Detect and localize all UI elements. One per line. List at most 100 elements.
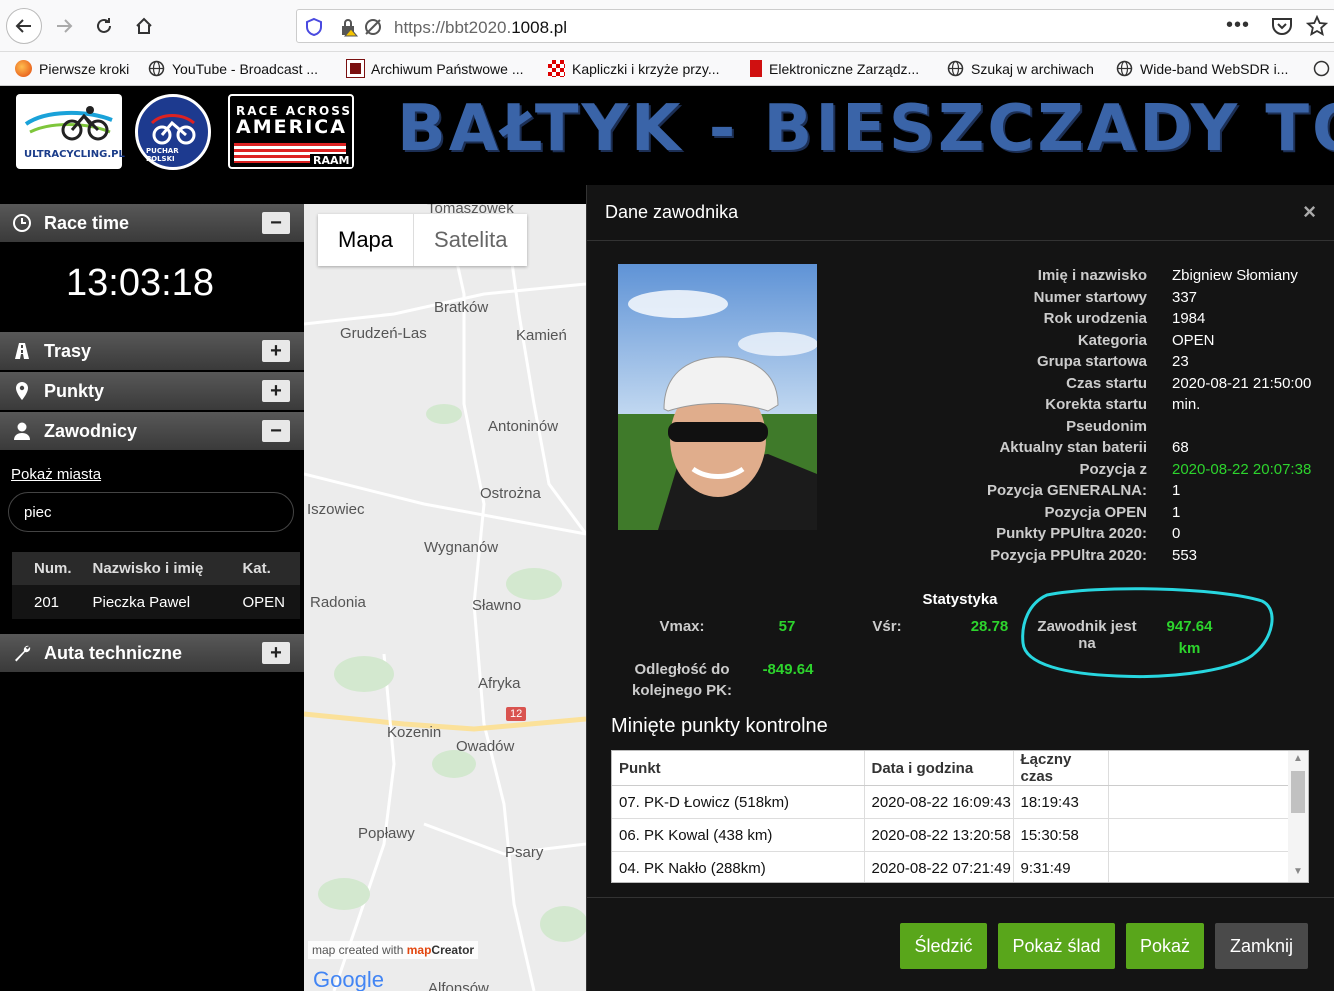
expand-button[interactable]: + bbox=[262, 380, 290, 402]
cell-total-time: 9:31:49 bbox=[1013, 851, 1109, 882]
routes-header[interactable]: Trasy + bbox=[0, 332, 304, 370]
cell-datetime: 2020-08-22 16:09:43 bbox=[864, 785, 1014, 819]
table-header-row: Punkt Data i godzina Łączny czas bbox=[612, 751, 1288, 786]
logo-text: PUCHAR POLSKI bbox=[146, 147, 179, 163]
pocket-icon[interactable] bbox=[1271, 16, 1293, 41]
info-label: Aktualny stan baterii bbox=[999, 439, 1147, 456]
bookmark-item[interactable]: Archiwum Państwowe ... bbox=[346, 59, 524, 78]
table-row[interactable]: 04. PK Nakło (288km) 2020-08-22 07:21:49… bbox=[612, 851, 1288, 882]
table-row[interactable]: 07. PK-D Łowicz (518km) 2020-08-22 16:09… bbox=[612, 785, 1288, 819]
globe-icon bbox=[1313, 60, 1330, 77]
browser-toolbar: https://bbt2020.1008.pl ••• bbox=[0, 0, 1334, 52]
globe-icon bbox=[148, 60, 165, 77]
close-icon[interactable]: × bbox=[1303, 199, 1316, 225]
cell-number[interactable]: 201 bbox=[12, 585, 93, 619]
map-view[interactable]: Tomaszówek Bratków Grudzeń-Las Kamień An… bbox=[304, 204, 586, 991]
table-row[interactable]: 201 Pieczka Pawel OPEN bbox=[12, 585, 300, 619]
bookmark-item[interactable]: YouTube - Broadcast ... bbox=[148, 60, 318, 77]
race-time-header[interactable]: Race time − bbox=[0, 204, 304, 242]
expand-button[interactable]: + bbox=[262, 340, 290, 362]
raam-logo[interactable]: RACE ACROSS AMERICA RAAM bbox=[228, 94, 354, 169]
bookmark-item[interactable]: Kapliczki i krzyże przy... bbox=[548, 60, 720, 77]
riders-header[interactable]: Zawodnicy − bbox=[0, 412, 304, 450]
home-icon[interactable] bbox=[126, 8, 162, 44]
cell-checkpoint: 04. PK Nakło (288km) bbox=[612, 851, 865, 882]
cell-empty bbox=[1108, 785, 1288, 819]
back-arrow-icon[interactable] bbox=[6, 8, 42, 44]
rider-details-modal: Dane zawodnika × Imię i nazwisko Numer s… bbox=[586, 185, 1334, 991]
info-label: Pozycja PPUltra 2020: bbox=[990, 546, 1147, 564]
vertical-scrollbar[interactable]: ▲ ▼ bbox=[1288, 751, 1308, 882]
url-bar[interactable]: https://bbt2020.1008.pl ••• bbox=[296, 9, 1334, 43]
show-cities-link[interactable]: Pokaż miasta bbox=[11, 466, 101, 483]
points-header[interactable]: Punkty + bbox=[0, 372, 304, 410]
map-place-label: Radonia bbox=[310, 594, 366, 611]
insecure-lock-icon[interactable] bbox=[339, 17, 359, 42]
col-category[interactable]: Kat. bbox=[242, 552, 300, 585]
puchar-polski-logo[interactable]: PUCHAR POLSKI bbox=[135, 94, 211, 170]
vavg-label: Vśr: bbox=[872, 618, 902, 635]
cell-name[interactable]: Pieczka Pawel bbox=[92, 585, 243, 619]
rider-search-input[interactable] bbox=[8, 492, 294, 532]
next-cp-value: -849.64 bbox=[762, 661, 814, 678]
cell-category[interactable]: OPEN bbox=[242, 585, 300, 619]
collapse-button[interactable]: − bbox=[262, 420, 290, 442]
table-row[interactable]: 06. PK Kowal (438 km) 2020-08-22 13:20:5… bbox=[612, 818, 1288, 852]
col-checkpoint[interactable]: Punkt bbox=[612, 751, 865, 786]
next-cp-label: Odległość do kolejnego PK: bbox=[617, 661, 747, 699]
close-button[interactable]: Zamknij bbox=[1215, 923, 1308, 969]
tab-satellite[interactable]: Satelita bbox=[414, 214, 527, 266]
map-place-label: Kozenin bbox=[387, 724, 442, 741]
col-number[interactable]: Num. bbox=[12, 552, 93, 585]
info-value: 0 bbox=[1172, 525, 1181, 542]
tech-cars-header[interactable]: Auta techniczne + bbox=[0, 634, 304, 672]
scroll-up-icon[interactable]: ▲ bbox=[1293, 753, 1303, 764]
checker-icon bbox=[548, 60, 565, 77]
map-credit[interactable]: map created with mapCreator bbox=[308, 941, 479, 959]
credit-brand: map bbox=[406, 943, 432, 957]
rider-info-labels: Imię i nazwisko Numer startowy Rok urodz… bbox=[927, 265, 1147, 566]
stats-heading: Statystyka bbox=[922, 591, 998, 608]
scroll-thumb[interactable] bbox=[1291, 771, 1305, 813]
cell-checkpoint: 06. PK Kowal (438 km) bbox=[612, 818, 865, 852]
more-actions-icon[interactable]: ••• bbox=[1226, 14, 1250, 37]
show-button[interactable]: Pokaż bbox=[1126, 923, 1204, 969]
divider bbox=[587, 897, 1334, 898]
bookmark-item[interactable]: Wide-band WebSDR i... bbox=[1116, 60, 1288, 77]
shield-icon[interactable] bbox=[305, 17, 323, 42]
col-datetime[interactable]: Data i godzina bbox=[864, 751, 1014, 786]
bookmark-label: YouTube - Broadcast ... bbox=[172, 60, 319, 77]
tech-cars-label: Auta techniczne bbox=[44, 642, 183, 663]
map-place-label: Owadów bbox=[456, 738, 515, 755]
url-text[interactable]: https://bbt2020.1008.pl bbox=[394, 18, 567, 38]
follow-button[interactable]: Śledzić bbox=[900, 923, 987, 969]
forward-arrow-icon[interactable] bbox=[46, 8, 82, 44]
show-track-button[interactable]: Pokaż ślad bbox=[998, 923, 1115, 969]
expand-button[interactable]: + bbox=[262, 642, 290, 664]
scroll-down-icon[interactable]: ▼ bbox=[1293, 866, 1303, 877]
cell-datetime: 2020-08-22 13:20:58 bbox=[864, 818, 1014, 852]
info-value bbox=[1172, 416, 1332, 438]
map-place-label: Kamień bbox=[516, 327, 567, 344]
info-value: 68 bbox=[1172, 439, 1189, 456]
autoplay-blocked-icon[interactable] bbox=[363, 17, 383, 42]
col-name[interactable]: Nazwisko i imię bbox=[92, 552, 243, 585]
tab-map[interactable]: Mapa bbox=[318, 214, 415, 266]
info-label: Grupa startowa bbox=[1036, 353, 1147, 370]
firefox-icon bbox=[15, 60, 32, 77]
reload-icon[interactable] bbox=[86, 8, 122, 44]
bookmark-item[interactable]: Elektroniczne Zarządz... bbox=[750, 60, 919, 77]
checkpoints-table-container[interactable]: Punkt Data i godzina Łączny czas 07. PK-… bbox=[611, 750, 1309, 883]
bookmark-label: Wide-band WebSDR i... bbox=[1140, 60, 1289, 77]
col-total-time[interactable]: Łączny czas bbox=[1013, 751, 1109, 786]
info-label: Pseudonim bbox=[1066, 417, 1147, 435]
bookmark-item[interactable]: Szukaj w archiwach bbox=[947, 60, 1094, 77]
ultracycling-logo[interactable]: ULTRACYCLING.PL bbox=[16, 94, 125, 169]
google-logo[interactable]: Google bbox=[313, 967, 384, 991]
bookmark-item[interactable]: Pierwsze kroki bbox=[15, 60, 129, 77]
collapse-button[interactable]: − bbox=[262, 212, 290, 234]
info-value: 1 bbox=[1172, 482, 1181, 499]
bookmark-star-icon[interactable] bbox=[1305, 14, 1329, 42]
bookmark-overflow-icon[interactable] bbox=[1313, 60, 1334, 77]
cell-total-time: 18:19:43 bbox=[1013, 785, 1109, 819]
